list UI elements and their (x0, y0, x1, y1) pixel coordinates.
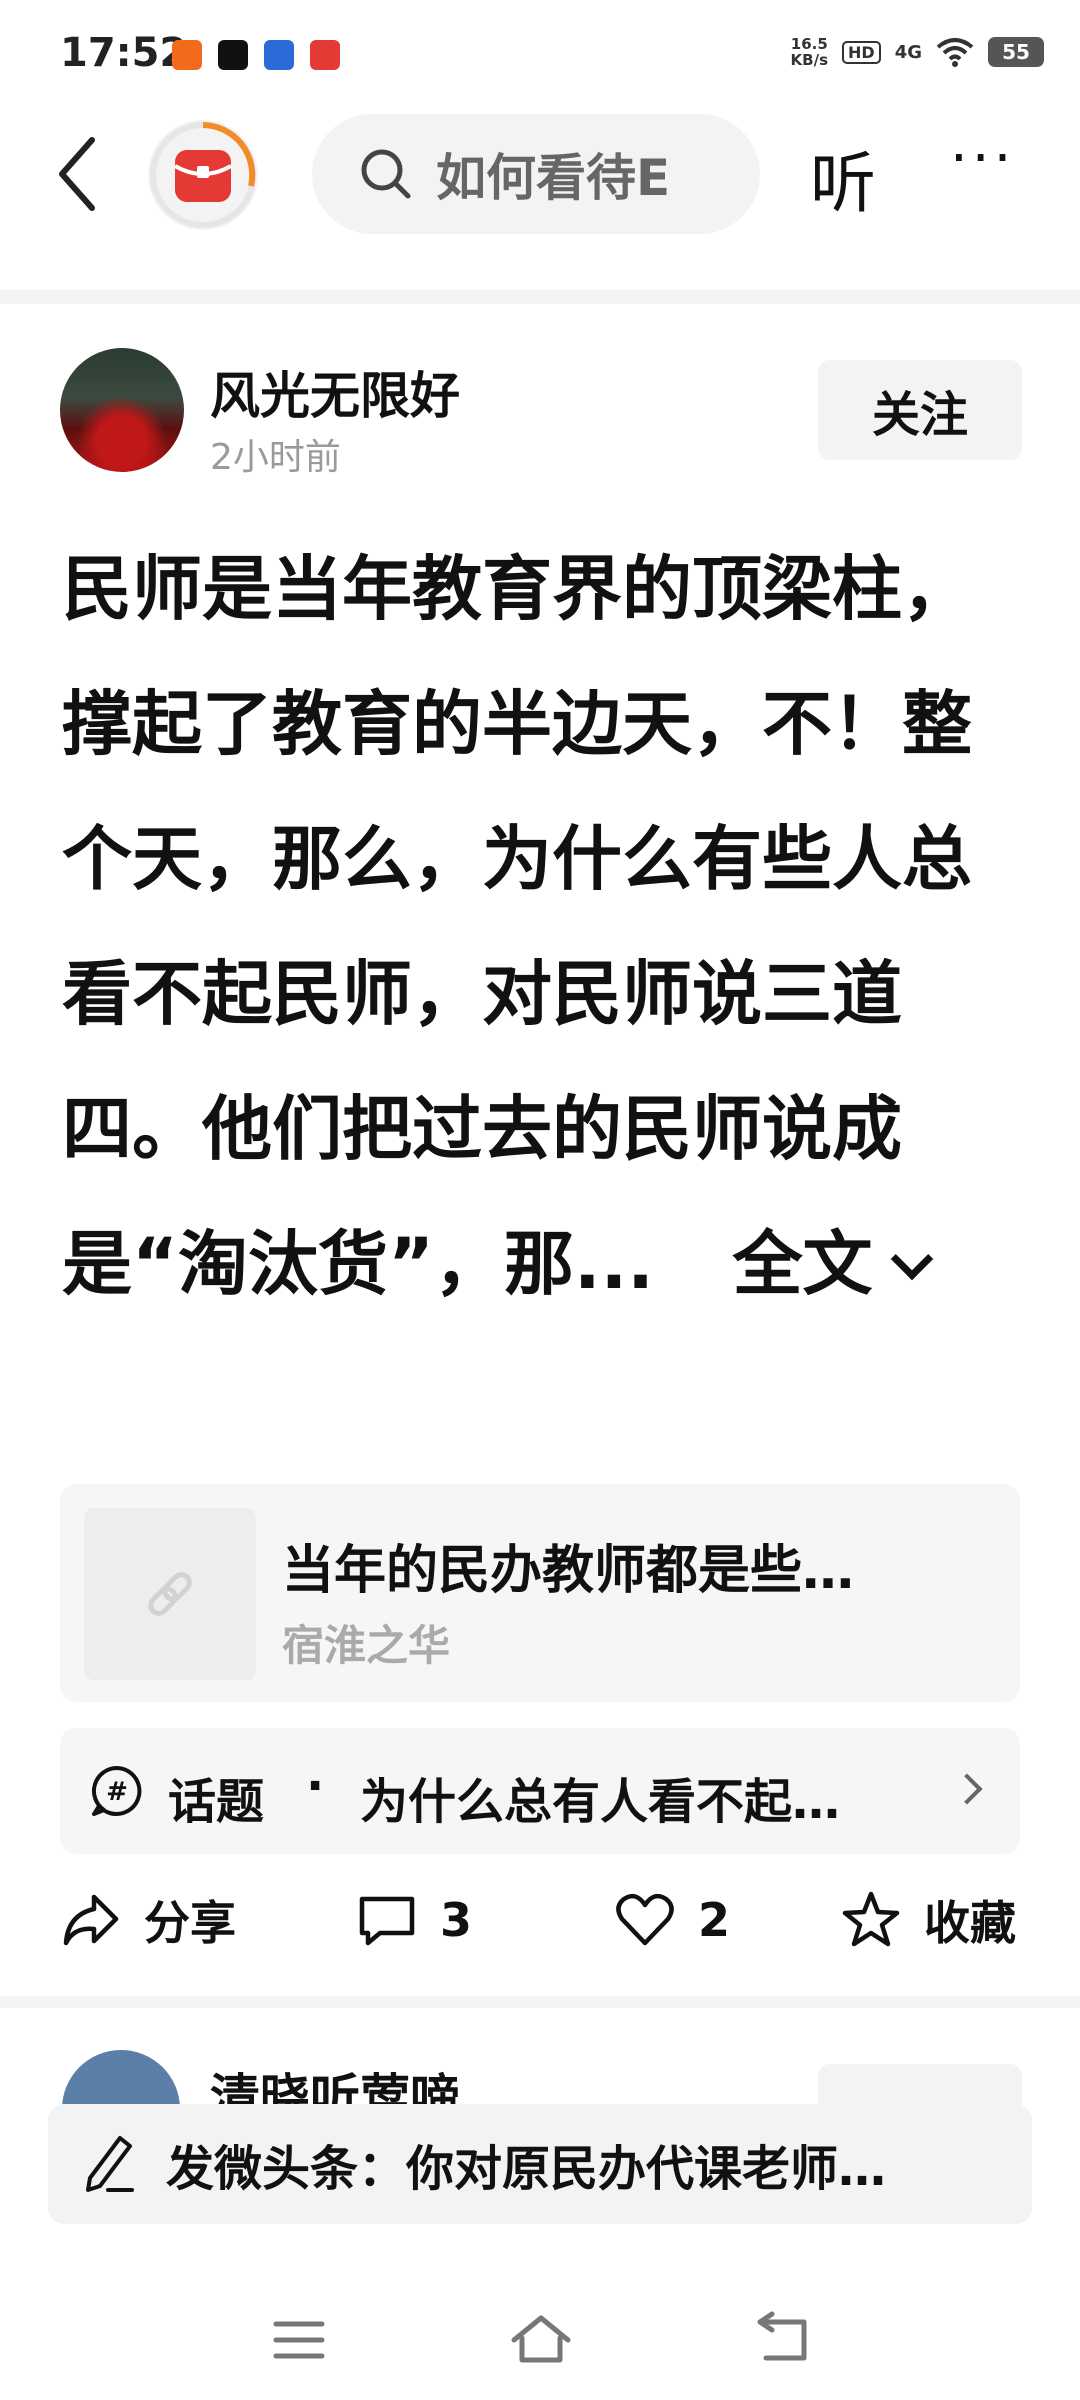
like-count: 2 (698, 1893, 731, 1947)
search-box[interactable]: 如何看待E (312, 114, 760, 234)
hd-badge: HD (842, 40, 881, 64)
linked-article-source: 宿淮之华 (282, 1621, 451, 1670)
status-time: 17:52 (60, 30, 188, 76)
topic-row[interactable]: # 话题 · 为什么总有人看不起… (60, 1728, 1020, 1854)
toutiao-icon (310, 40, 340, 70)
topic-hashtag-icon: # (91, 1765, 142, 1816)
heart-icon (616, 1893, 674, 1946)
status-bar: 17:52 16.5 KB/s HD 4G 55 (0, 0, 1080, 110)
author-avatar[interactable] (60, 348, 184, 472)
header-divider (0, 290, 1080, 304)
post-text: 民师是当年教育界的顶梁柱，撑起了教育的半边天，不！整个天，那么，为什么有些人总看… (62, 548, 972, 1305)
listen-button[interactable]: 听 (810, 130, 876, 226)
home-icon[interactable] (506, 2310, 576, 2370)
app-logo-icon (150, 122, 256, 228)
compose-bar[interactable]: 发微头条：你对原民办代课老师… (48, 2104, 1032, 2224)
wifi-icon (936, 38, 974, 67)
share-button[interactable]: 分享 (60, 1880, 236, 1960)
svg-text:#: # (106, 1777, 128, 1807)
share-icon (63, 1894, 119, 1946)
tiktok-icon (218, 40, 248, 70)
link-thumbnail (84, 1508, 256, 1680)
battery-icon: 55 (988, 37, 1044, 67)
comment-button[interactable]: 3 (356, 1880, 472, 1960)
red-app-icon (172, 40, 202, 70)
baidu-icon (264, 40, 294, 70)
search-icon (361, 149, 411, 199)
pen-icon (86, 2136, 134, 2192)
linked-article-card[interactable]: 当年的民办教师都是些… 宿淮之华 (60, 1484, 1020, 1702)
app-logo[interactable] (148, 120, 258, 230)
topic-title: 为什么总有人看不起… (360, 1774, 841, 1830)
link-icon (148, 1572, 192, 1616)
topic-label: 话题 (168, 1774, 265, 1830)
back-button[interactable] (48, 128, 108, 220)
favorite-button[interactable]: 收藏 (840, 1880, 1016, 1960)
topic-separator: · (306, 1758, 325, 1814)
post-time: 2小时前 (210, 437, 341, 478)
network-speed: 16.5 KB/s (790, 35, 829, 69)
star-icon (842, 1891, 900, 1947)
section-divider (0, 1996, 1080, 2008)
signal-4g-icon: 4G (894, 41, 922, 63)
chevron-down-icon (890, 1237, 933, 1281)
search-input[interactable]: 如何看待E (436, 138, 670, 210)
expand-full-text-link[interactable]: 全文 (733, 1223, 933, 1305)
menu-icon[interactable] (264, 2310, 334, 2370)
system-nav-bar (0, 2270, 1080, 2400)
compose-prompt[interactable]: 发微头条：你对原民办代课老师… (166, 2129, 1026, 2199)
status-indicators: 16.5 KB/s HD 4G 55 (791, 36, 1044, 68)
author-name[interactable]: 风光无限好 (210, 356, 460, 428)
chevron-right-icon (951, 1773, 983, 1805)
follow-button[interactable]: 关注 (818, 360, 1022, 460)
linked-article-title: 当年的民办教师都是些… (282, 1541, 855, 1601)
favorite-label: 收藏 (924, 1896, 1016, 1950)
like-button[interactable]: 2 (614, 1880, 730, 1960)
more-options-button[interactable]: ··· (950, 126, 1015, 191)
comment-icon (359, 1896, 415, 1946)
back-nav-icon[interactable] (748, 2310, 818, 2370)
comment-count: 3 (440, 1893, 473, 1947)
share-label: 分享 (144, 1896, 236, 1950)
post-body[interactable]: 民师是当年教育界的顶梁柱，撑起了教育的半边天，不！整个天，那么，为什么有些人总看… (62, 522, 1022, 1332)
